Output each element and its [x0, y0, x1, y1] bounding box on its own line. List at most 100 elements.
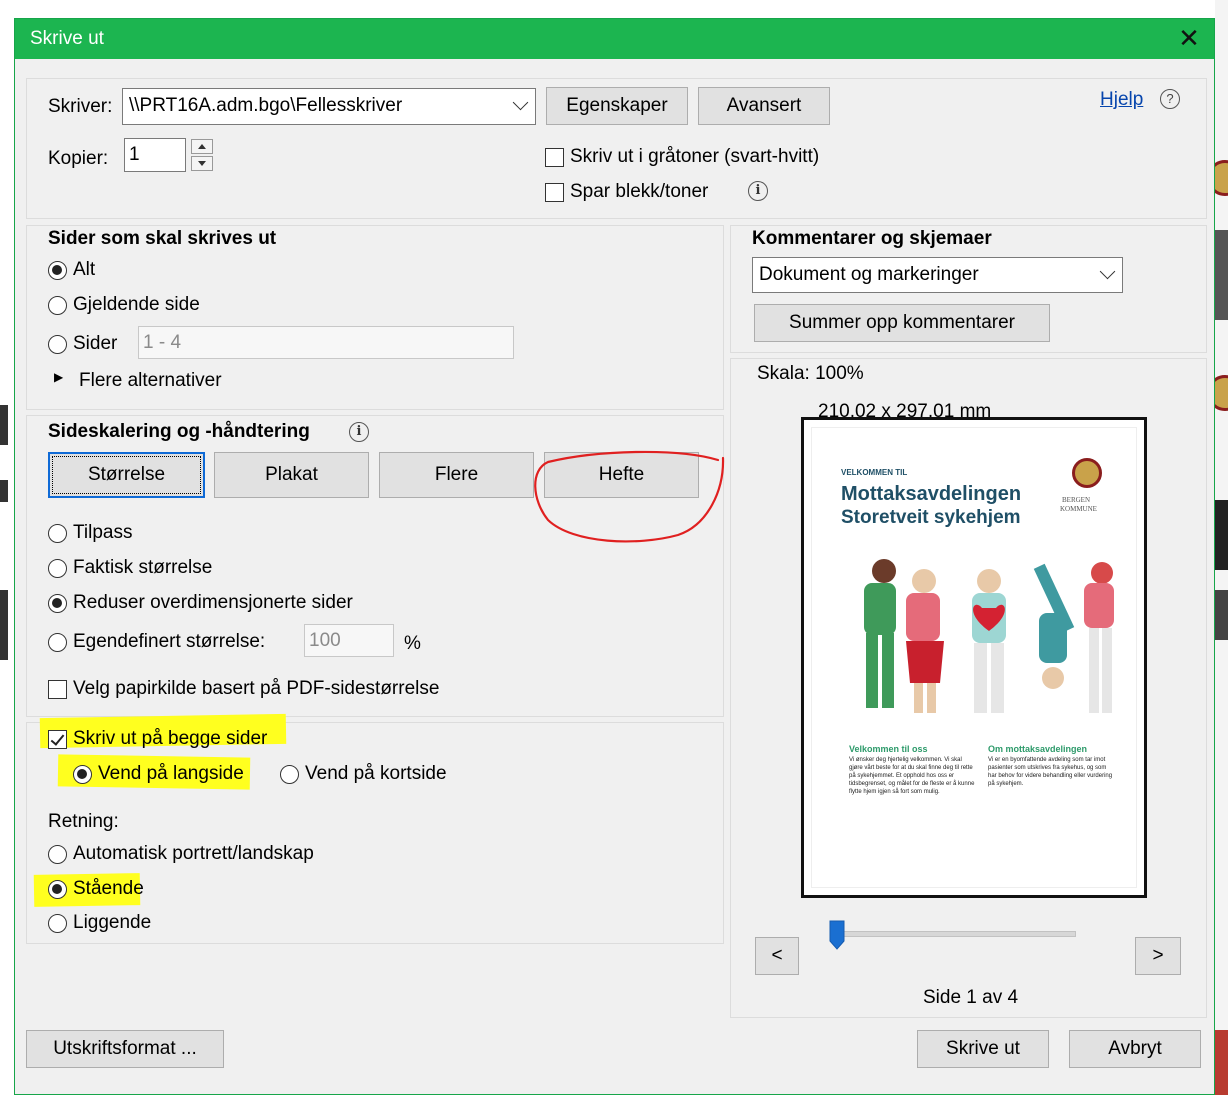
help-link[interactable]: Hjelp: [1100, 89, 1143, 111]
pages-all-label: Alt: [73, 259, 96, 280]
advanced-button[interactable]: Avansert: [698, 87, 830, 125]
next-page-button[interactable]: >: [1135, 937, 1181, 975]
preview-col2-heading: Om mottaksavdelingen: [988, 744, 1088, 754]
stepper-up-icon[interactable]: [191, 139, 213, 154]
pages-range-value: 1 - 4: [143, 332, 182, 353]
chevron-down-icon: [1099, 263, 1116, 280]
custom-scale-label: Egendefinert størrelse:: [73, 631, 266, 652]
fit-label: Tilpass: [73, 522, 133, 543]
save-ink-checkbox[interactable]: [545, 183, 564, 202]
background-mark: [0, 405, 8, 445]
comments-heading: Kommentarer og skjemaer: [752, 228, 992, 249]
landscape-label: Liggende: [73, 912, 152, 933]
help-icon[interactable]: ?: [1160, 89, 1180, 109]
cancel-button[interactable]: Avbryt: [1069, 1030, 1201, 1068]
stepper-down-icon[interactable]: [191, 156, 213, 171]
background-mark: [1215, 230, 1228, 320]
bergen-logo-icon: [1072, 458, 1102, 488]
more-options-link[interactable]: Flere alternativer: [79, 370, 222, 392]
copies-input[interactable]: 1: [124, 138, 186, 172]
background-window-left: [0, 0, 14, 1095]
background-seal-icon: [1215, 375, 1228, 411]
copies-value: 1: [129, 144, 140, 165]
pages-current-radio[interactable]: [48, 296, 67, 315]
preview-title-1: Mottaksavdelingen: [841, 483, 1022, 505]
page-slider-thumb[interactable]: [829, 920, 845, 950]
copies-stepper[interactable]: [191, 139, 213, 171]
background-mark: [1215, 1030, 1228, 1095]
paper-source-label: Velg papirkilde basert på PDF-sidestørre…: [73, 678, 440, 699]
annotation-circle: [534, 450, 725, 543]
pages-range-radio[interactable]: [48, 335, 67, 354]
landscape-radio[interactable]: [48, 914, 67, 933]
preview-title-2: Storetveit sykehjem: [841, 507, 1021, 528]
shrink-oversized-radio[interactable]: [48, 594, 67, 613]
preview-col1-heading: Velkommen til oss: [849, 744, 928, 754]
custom-scale-input[interactable]: 100: [304, 624, 394, 657]
info-icon[interactable]: i: [748, 181, 768, 201]
chevron-down-icon: [512, 94, 529, 111]
tab-multiple[interactable]: Flere: [379, 452, 534, 498]
short-edge-radio[interactable]: [280, 765, 299, 784]
preview-kicker: VELKOMMEN TIL: [841, 468, 908, 477]
orientation-label: Retning:: [48, 811, 119, 832]
pages-heading: Sider som skal skrives ut: [48, 228, 277, 249]
close-icon[interactable]: ✕: [1174, 23, 1204, 53]
print-button[interactable]: Skrive ut: [917, 1030, 1049, 1068]
info-icon[interactable]: i: [349, 422, 369, 442]
pages-current-label: Gjeldende side: [73, 294, 200, 315]
printer-label: Skriver:: [48, 96, 113, 117]
preview-column-2: Om mottaksavdelingen Vi er en byomfatten…: [988, 745, 1116, 788]
fit-radio[interactable]: [48, 524, 67, 543]
long-edge-label: Vend på langside: [98, 763, 244, 784]
tab-size-label: Størrelse: [87, 464, 166, 485]
tab-size[interactable]: Størrelse: [48, 452, 205, 498]
background-mark: [1215, 500, 1228, 570]
logo-line-2: KOMMUNE: [1060, 505, 1097, 513]
page-preview: VELKOMMEN TIL Mottaksavdelingen Storetve…: [801, 417, 1147, 898]
background-seal-icon: [1215, 160, 1228, 196]
printer-select[interactable]: \\PRT16A.adm.bgo\Fellesskriver: [122, 88, 536, 125]
short-edge-label: Vend på kortside: [305, 763, 447, 784]
page-slider-track[interactable]: [834, 931, 1076, 937]
preview-column-1: Velkommen til oss Vi ønsker deg hjerteli…: [849, 745, 977, 796]
scale-label: Skala: 100%: [757, 363, 864, 384]
triangle-right-icon[interactable]: ▶: [54, 370, 63, 384]
background-mark: [1215, 590, 1228, 640]
pages-range-label: Sider: [73, 333, 118, 354]
custom-scale-value: 100: [309, 630, 341, 651]
duplex-checkbox[interactable]: [48, 730, 67, 749]
long-edge-radio[interactable]: [73, 765, 92, 784]
actual-size-label: Faktisk størrelse: [73, 557, 213, 578]
title-bar: Skrive ut ✕: [15, 19, 1214, 59]
grayscale-label: Skriv ut i gråtoner (svart-hvitt): [570, 146, 820, 167]
comments-value: Dokument og markeringer: [759, 264, 979, 285]
preview-col2-text: Vi er en byomfattende avdeling som tar i…: [988, 757, 1113, 787]
page-status: Side 1 av 4: [923, 987, 1019, 1008]
summarize-comments-button[interactable]: Summer opp kommentarer: [754, 304, 1050, 342]
preview-sheet: VELKOMMEN TIL Mottaksavdelingen Storetve…: [812, 428, 1136, 887]
pages-range-input[interactable]: 1 - 4: [138, 326, 514, 359]
actual-size-radio[interactable]: [48, 559, 67, 578]
window-title: Skrive ut: [30, 28, 104, 49]
scaling-heading: Sideskalering og -håndtering: [48, 421, 310, 442]
portrait-radio[interactable]: [48, 880, 67, 899]
save-ink-label: Spar blekk/toner: [570, 181, 709, 202]
comments-select[interactable]: Dokument og markeringer: [752, 257, 1123, 293]
auto-orientation-radio[interactable]: [48, 845, 67, 864]
percent-label: %: [404, 633, 421, 654]
grayscale-checkbox[interactable]: [545, 148, 564, 167]
prev-page-button[interactable]: <: [755, 937, 799, 975]
illustration-people: [864, 559, 1114, 713]
tab-poster[interactable]: Plakat: [214, 452, 369, 498]
portrait-label: Stående: [73, 878, 144, 899]
properties-button[interactable]: Egenskaper: [546, 87, 688, 125]
preview-col1-text: Vi ønsker deg hjertelig velkommen. Vi sk…: [849, 757, 975, 795]
copies-label: Kopier:: [48, 148, 109, 169]
page-setup-button[interactable]: Utskriftsformat ...: [26, 1030, 224, 1068]
background-mark: [0, 480, 8, 502]
pages-all-radio[interactable]: [48, 261, 67, 280]
paper-source-checkbox[interactable]: [48, 680, 67, 699]
custom-scale-radio[interactable]: [48, 633, 67, 652]
logo-line-1: BERGEN: [1062, 496, 1090, 504]
